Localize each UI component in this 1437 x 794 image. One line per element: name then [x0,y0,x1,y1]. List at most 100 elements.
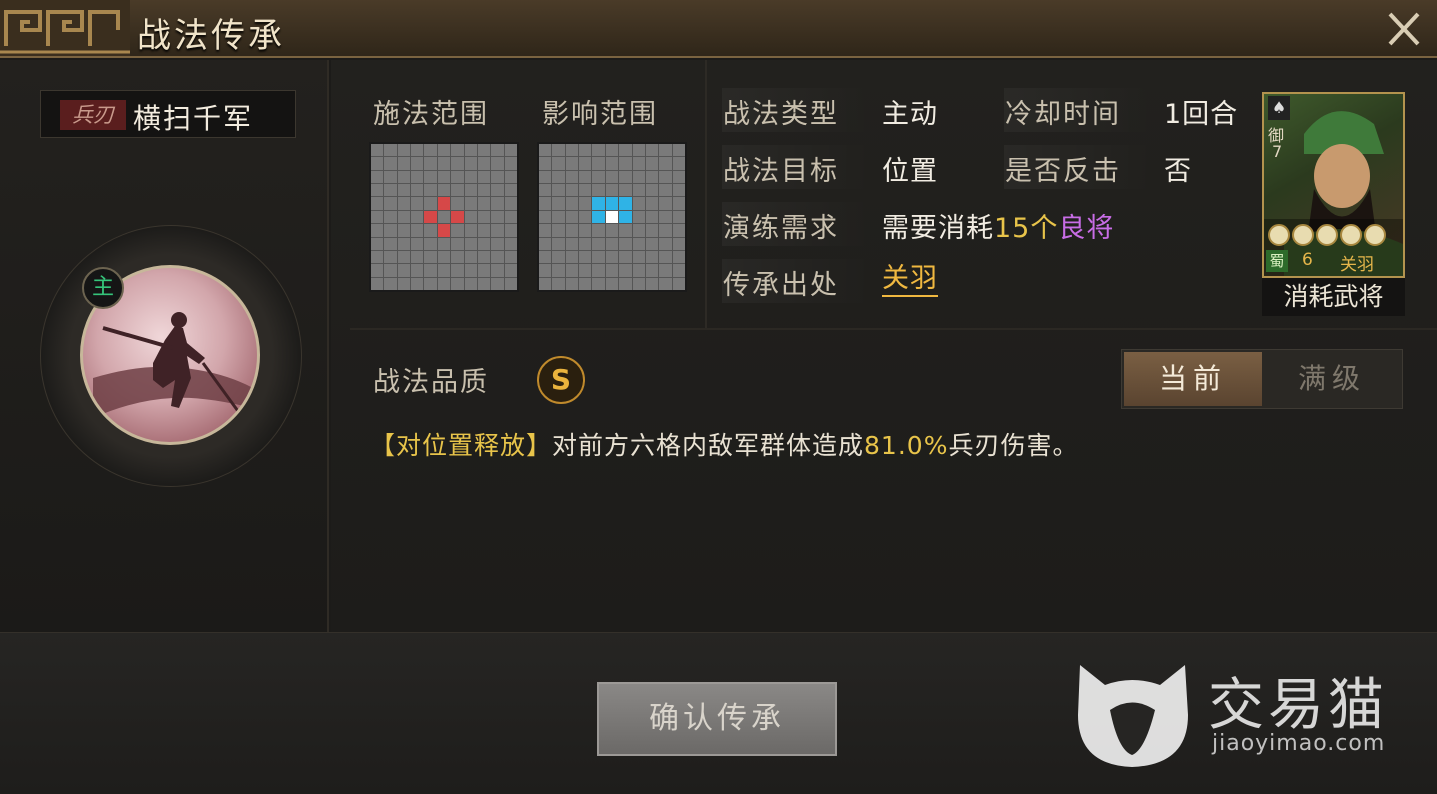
grid-cell [477,224,491,237]
grid-cell [504,264,517,277]
hero-level: 6 [1302,250,1313,270]
cooldown-label: 冷却时间 [1005,99,1121,130]
grid-cell [539,170,552,184]
grid-cell [371,197,384,210]
grid-cell [451,264,464,277]
grid-cell [565,250,579,264]
grid-cell [539,144,552,157]
grid-cell [464,197,477,210]
grid-cell [552,250,565,264]
practice-item: 良将 [1058,213,1115,244]
cat-logo-icon [1078,665,1188,767]
grid-cell [437,170,451,184]
grid-cell [579,237,592,250]
grid-cell [672,157,685,170]
grid-cell [371,224,384,237]
hero-name: 关羽 [1340,255,1374,275]
grid-cell [605,210,619,224]
grid-cell [397,264,411,277]
grid-cell [645,197,659,210]
grid-cell [592,277,605,290]
max-level-tab[interactable]: 满级 [1264,352,1400,406]
grid-cell [632,197,645,210]
star-icon [1268,224,1290,246]
grid-cell [632,157,645,170]
grid-cell [371,237,384,250]
grid-cell [579,184,592,197]
grid-cell [565,277,579,290]
grid-cell [619,184,632,197]
watermark-url: jiaoyimao.com [1212,731,1386,756]
grid-cell [437,210,451,224]
grid-cell [619,170,632,184]
cast-range-grid [369,142,519,292]
grid-cell [477,250,491,264]
grid-cell [539,157,552,170]
grid-cell [672,277,685,290]
description-tag: 【对位置释放】 [370,431,553,460]
grid-cell [437,277,451,290]
grid-cell [579,197,592,210]
grid-cell [464,264,477,277]
grid-cell [645,157,659,170]
inheritance-source-label: 传承出处 [723,270,839,301]
close-icon[interactable] [1380,6,1428,52]
grid-cell [592,210,605,224]
grid-cell [659,277,672,290]
description-text: 对前方六格内敌军群体造成 [552,431,865,460]
grid-cell [672,170,685,184]
grid-cell [632,224,645,237]
grid-cell [619,197,632,210]
grid-cell [451,210,464,224]
grid-cell [424,210,437,224]
grid-cell [464,184,477,197]
grid-cell [579,250,592,264]
grid-cell [451,170,464,184]
grid-cell [451,277,464,290]
grid-cell [384,264,397,277]
grid-cell [464,237,477,250]
grid-cell [397,237,411,250]
grid-cell [504,197,517,210]
grid-cell [565,264,579,277]
grid-cell [552,237,565,250]
grid-cell [605,250,619,264]
skill-description: 【对位置释放】对前方六格内敌军群体造成81.0%兵刃伤害。 [370,426,1078,462]
grid-cell [411,210,424,224]
hero-stars [1268,224,1400,246]
grid-cell [504,170,517,184]
grid-cell [565,157,579,170]
grid-cell [437,224,451,237]
grid-cell [592,237,605,250]
horizontal-divider [350,328,1437,330]
grid-cell [592,170,605,184]
grid-cell [464,210,477,224]
grid-cell [632,277,645,290]
grid-cell [605,197,619,210]
grid-cell [411,224,424,237]
current-level-tab[interactable]: 当前 [1124,352,1262,406]
grid-cell [424,197,437,210]
grid-cell [371,210,384,224]
grid-cell [437,144,451,157]
level-toggle: 当前 满级 [1121,349,1403,409]
grid-cell [659,170,672,184]
grid-cell [384,277,397,290]
inheritance-source-link[interactable]: 关羽 [882,263,938,297]
title-bar: 战法传承 [0,0,1437,58]
grid-cell [411,184,424,197]
grid-cell [504,144,517,157]
grid-cell [464,157,477,170]
grid-cell [397,144,411,157]
grid-cell [477,210,491,224]
main-skill-badge: 主 [82,267,124,309]
grid-cell [397,277,411,290]
grid-cell [504,277,517,290]
confirm-inheritance-button[interactable]: 确认传承 [597,682,837,756]
grid-cell [579,144,592,157]
hero-card[interactable]: ♠ 御 7 蜀 6 关羽 [1262,92,1405,278]
grid-cell [411,264,424,277]
grid-cell [477,277,491,290]
grid-cell [424,250,437,264]
practice-prefix: 需要消耗 [882,213,994,244]
